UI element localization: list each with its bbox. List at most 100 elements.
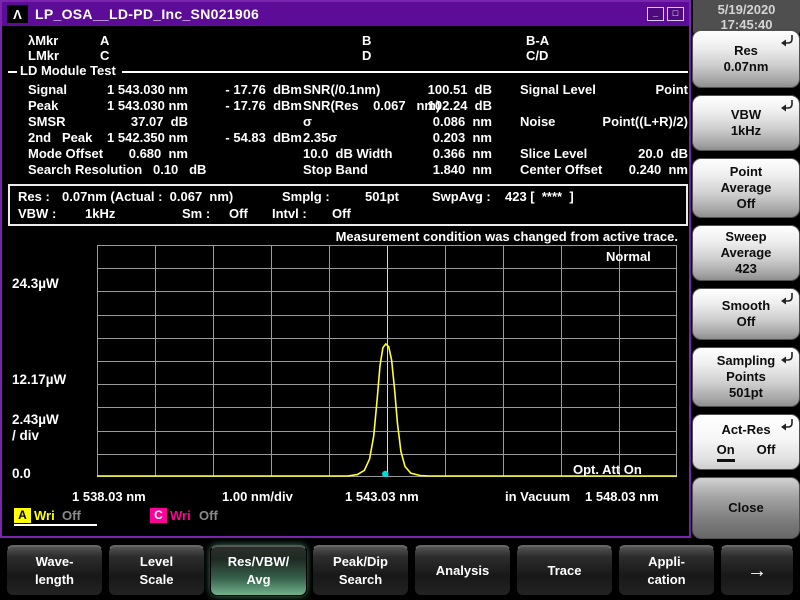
marker-c: C (100, 48, 110, 63)
trace-a-mode: Wri (34, 508, 55, 523)
meas-power: - 17.76 dBm (225, 82, 302, 97)
sm-label: Sm : (182, 206, 211, 221)
marker-b: B (362, 33, 372, 48)
marker-d: D (362, 48, 372, 63)
meas-value: 0.086 nm (432, 114, 492, 129)
lambda-marker-label: λMkr (28, 33, 59, 48)
tab-res-vbw-avg[interactable]: Res/VBW/Avg (210, 545, 307, 596)
meas-value: 1 543.030 nm (107, 98, 188, 113)
trace-a-active-underline (14, 524, 97, 526)
softkey-res[interactable]: Res 0.07nm (692, 30, 800, 88)
x-axis-scale-label: 1.00 nm/div (222, 489, 293, 504)
meas-value: 20.0 dB (638, 146, 688, 161)
x-axis-medium-label: in Vacuum (505, 489, 571, 504)
smplg-label: Smplg : (282, 189, 330, 204)
meas-value: 1.840 nm (432, 162, 492, 177)
right-arrow-icon: → (747, 560, 767, 582)
meas-value: 1 542.350 nm (107, 130, 188, 145)
minimize-button[interactable]: _ (647, 7, 664, 21)
measurement-row: Search Resolution 0.10 dB Stop Band 1.84… (0, 162, 694, 178)
x-axis-start-label: 1 538.03 nm (72, 489, 146, 504)
submenu-arrow-icon (780, 99, 794, 116)
tab-application[interactable]: Appli-cation (618, 545, 715, 596)
softkey-panel: Res 0.07nm VBW 1kHz Point Average Off Sweep A… (692, 30, 800, 539)
lambda-marker-row: λMkr A B B-A (0, 33, 691, 49)
x-axis-center-label: 1 543.03 nm (345, 489, 419, 504)
y-axis-per-div-label: 2.43µW (12, 412, 59, 427)
window-title: LP_OSA__LD-PD_Inc_SN021906 (35, 6, 260, 22)
trace-mode-label: Normal (606, 249, 651, 264)
sweep-settings-box: Res : 0.07nm (Actual : 0.067 nm) Smplg :… (8, 184, 688, 226)
trace-a-state: Off (62, 508, 81, 523)
meas-value: 0.366 nm (432, 146, 492, 161)
marker-c-over-d: C/D (526, 48, 549, 63)
trace-c-badge[interactable]: C (150, 508, 167, 523)
res-value: 0.07nm (Actual : 0.067 nm) (62, 189, 234, 204)
smplg-value: 501pt (365, 189, 399, 204)
tab-analysis[interactable]: Analysis (414, 545, 511, 596)
act-res-on-option[interactable]: On (716, 442, 735, 462)
section-line-left (8, 71, 17, 73)
meas-label: σ (303, 114, 312, 129)
meas-value: 37.07 dB (130, 114, 188, 129)
measurement-row: Signal 1 543.030 nm - 17.76 dBm SNR(/0.1… (0, 82, 694, 98)
marker-b-minus-a: B-A (526, 33, 550, 48)
softkey-smooth[interactable]: Smooth Off (692, 288, 800, 340)
vbw-value: 1kHz (85, 206, 116, 221)
spectrum-plot (97, 245, 677, 478)
softkey-vbw[interactable]: VBW 1kHz (692, 95, 800, 151)
date-text: 5/19/2020 (717, 2, 776, 17)
more-menus-button[interactable]: → (720, 545, 794, 596)
submenu-arrow-icon (780, 34, 794, 51)
level-marker-label: LMkr (28, 48, 60, 63)
softkey-close[interactable]: Close (692, 477, 800, 539)
vbw-label: VBW : (18, 206, 57, 221)
meas-value: 0.240 nm (628, 162, 688, 177)
tab-trace[interactable]: Trace (516, 545, 613, 596)
meas-value: Point((L+R)/2) (602, 114, 688, 129)
y-axis-top-label: 24.3µW (12, 276, 59, 291)
measurement-row: 2nd Peak 1 542.350 nm - 54.83 dBm 2.35σ … (0, 130, 694, 146)
softkey-sampling-points[interactable]: Sampling Points 501pt (692, 347, 800, 407)
spectrum-graph (97, 245, 677, 478)
y-axis-mid-label: 12.17µW (12, 372, 67, 387)
osa-screen: Λ LP_OSA__LD-PD_Inc_SN021906 _ □ λMkr A … (0, 0, 800, 600)
res-label: Res : (18, 189, 50, 204)
swpavg-label: SwpAvg : (432, 189, 491, 204)
meas-value: 0.680 nm (128, 146, 188, 161)
meas-label: Stop Band (303, 162, 368, 177)
measurement-row: SMSR 37.07 dB σ 0.086 nm Noise Point((L+… (0, 114, 694, 130)
meas-label: Peak (28, 98, 59, 113)
meas-label: Noise (520, 114, 556, 129)
tab-wavelength[interactable]: Wave-length (6, 545, 103, 596)
meas-label: 2.35σ (303, 130, 338, 145)
submenu-arrow-icon (780, 418, 794, 435)
meas-value: 100.51 dB (427, 82, 492, 97)
tab-peak-dip-search[interactable]: Peak/Dip Search (312, 545, 409, 596)
titlebar: Λ LP_OSA__LD-PD_Inc_SN021906 _ □ (2, 2, 689, 26)
maximize-button[interactable]: □ (667, 7, 684, 21)
softkey-act-res[interactable]: Act-Res On Off (692, 414, 800, 470)
section-line-right (122, 71, 688, 73)
meas-power: - 54.83 dBm (225, 130, 302, 145)
softkey-sweep-average[interactable]: Sweep Average 423 (692, 225, 800, 281)
intvl-label: Intvl : (272, 206, 307, 221)
softkey-point-average[interactable]: Point Average Off (692, 158, 800, 218)
y-axis-bottom-label: 0.0 (12, 466, 31, 481)
tab-level-scale[interactable]: Level Scale (108, 545, 205, 596)
sm-value: Off (229, 206, 248, 221)
act-res-off-option[interactable]: Off (757, 442, 776, 462)
y-axis-per-div-suffix: / div (12, 428, 40, 443)
measurement-row: Mode Offset 0.680 nm 10.0 dB Width 0.366… (0, 146, 694, 162)
submenu-arrow-icon (780, 351, 794, 368)
submenu-arrow-icon (780, 292, 794, 309)
trace-a-badge[interactable]: A (14, 508, 31, 523)
opt-att-label: Opt. Att On (573, 462, 642, 477)
function-toolbar: Wave-length Level Scale Res/VBW/Avg Peak/… (0, 545, 800, 596)
meas-value: Point (655, 82, 689, 97)
trace-c-mode: Wri (170, 508, 191, 523)
marker-a: A (100, 33, 110, 48)
swpavg-value: 423 [ **** ] (505, 189, 574, 204)
section-title: LD Module Test (20, 63, 116, 78)
meas-value: 1 543.030 nm (107, 82, 188, 97)
